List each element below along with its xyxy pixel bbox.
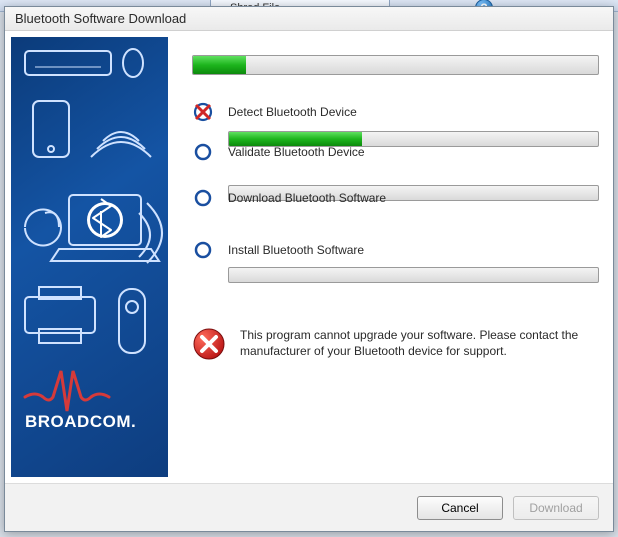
step-validate-label: Validate Bluetooth Device xyxy=(228,145,365,159)
branding-sidebar: BROADCOM. xyxy=(11,37,168,477)
pending-icon xyxy=(192,187,214,209)
dialog-footer: Cancel Download xyxy=(5,483,613,531)
overall-progress-fill xyxy=(193,56,246,74)
overall-progress-bar xyxy=(192,55,599,75)
failed-icon xyxy=(192,101,214,123)
error-message-text: This program cannot upgrade your softwar… xyxy=(240,327,599,359)
cancel-button[interactable]: Cancel xyxy=(417,496,503,520)
vendor-logo-text: BROADCOM. xyxy=(25,412,136,431)
window-title: Bluetooth Software Download xyxy=(5,7,613,31)
step-detect-label: Detect Bluetooth Device xyxy=(228,105,357,119)
main-panel: Detect Bluetooth Device Validate Bluetoo… xyxy=(168,31,613,483)
installer-dialog: Bluetooth Software Download xyxy=(4,6,614,532)
pending-icon xyxy=(192,141,214,163)
step-install: Install Bluetooth Software xyxy=(192,239,599,261)
error-message-row: This program cannot upgrade your softwar… xyxy=(192,327,599,361)
sidebar-artwork: BROADCOM. xyxy=(11,37,168,447)
step-install-label: Install Bluetooth Software xyxy=(228,243,364,257)
download-button: Download xyxy=(513,496,599,520)
pending-icon xyxy=(192,239,214,261)
step-install-progress xyxy=(228,267,599,283)
error-icon xyxy=(192,327,226,361)
step-download-label: Download Bluetooth Software xyxy=(228,191,386,205)
step-detect: Detect Bluetooth Device xyxy=(192,101,599,123)
